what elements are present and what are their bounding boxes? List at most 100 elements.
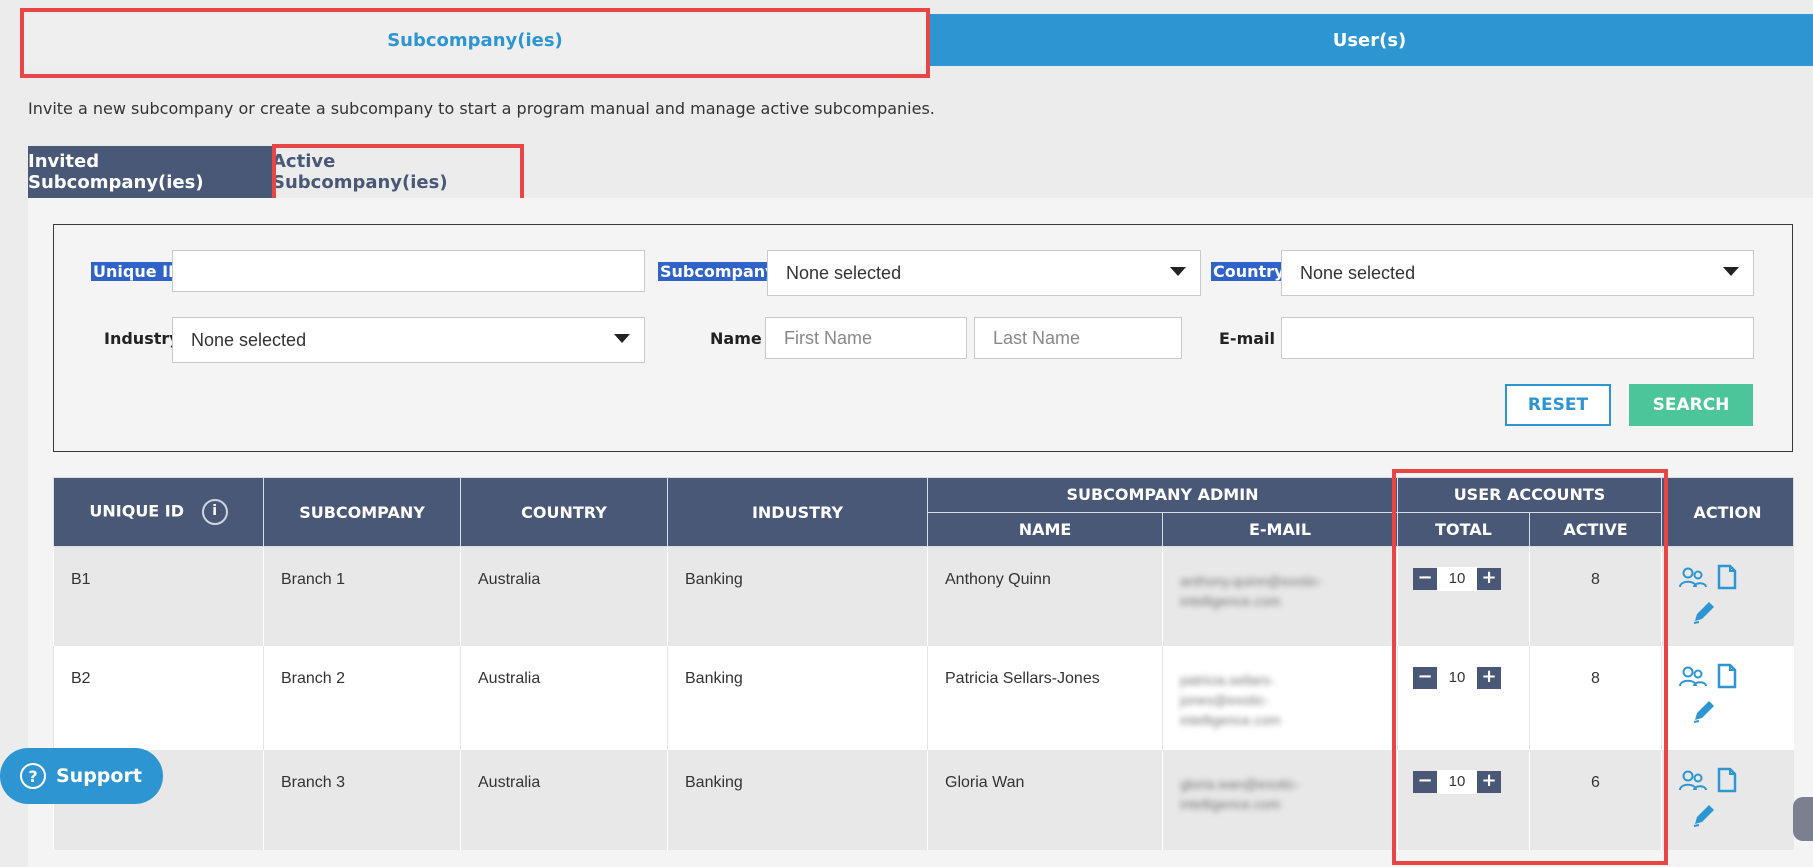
row-actions	[1679, 767, 1794, 830]
tab-users[interactable]: User(s)	[926, 14, 1813, 66]
industry-select[interactable]: None selected	[172, 317, 645, 363]
cell-name: Gloria Wan	[927, 749, 1163, 850]
country-select[interactable]: None selected	[1281, 250, 1754, 296]
minus-icon[interactable]: −	[1413, 666, 1437, 689]
help-icon: ?	[20, 763, 46, 789]
cell-total: − 10 +	[1397, 749, 1530, 850]
cell-name: Patricia Sellars-Jones	[927, 645, 1163, 750]
chevron-down-icon	[1723, 267, 1739, 276]
info-icon[interactable]	[201, 499, 228, 525]
cell-active: 6	[1529, 749, 1662, 850]
header-email[interactable]: E-MAIL	[1162, 511, 1398, 547]
total-stepper: − 10 +	[1413, 769, 1529, 794]
cell-action	[1661, 546, 1794, 646]
subcompany-label: Subcompany	[658, 262, 778, 281]
row-actions	[1679, 564, 1794, 627]
edit-pencil-icon[interactable]	[1691, 698, 1717, 724]
cell-country: Australia	[460, 645, 668, 750]
email-input[interactable]	[1281, 317, 1754, 359]
plus-icon[interactable]: +	[1477, 770, 1501, 793]
support-label: Support	[56, 765, 142, 787]
cell-subcompany: Branch 1	[263, 546, 461, 646]
header-user-accounts: USER ACCOUNTS	[1397, 477, 1662, 513]
cell-action	[1661, 645, 1794, 750]
unique-id-label: Unique ID	[91, 262, 184, 281]
document-icon[interactable]	[1717, 767, 1737, 793]
edit-pencil-icon[interactable]	[1691, 599, 1717, 625]
document-icon[interactable]	[1717, 663, 1737, 689]
industry-select-value: None selected	[191, 329, 307, 350]
total-value[interactable]: 10	[1437, 567, 1477, 591]
plus-icon[interactable]: +	[1477, 568, 1501, 590]
header-unique-id-label: UNIQUE ID	[89, 501, 185, 521]
country-select-value: None selected	[1300, 262, 1416, 283]
top-tab-bar: Subcompany(ies) User(s)	[24, 14, 1813, 66]
document-icon[interactable]	[1717, 564, 1737, 590]
total-stepper: − 10 +	[1413, 567, 1529, 591]
floating-edit-widget[interactable]	[1793, 797, 1813, 841]
cell-unique-id: B2	[53, 645, 264, 750]
country-label: Country	[1211, 262, 1287, 281]
subcompanies-table: UNIQUE ID SUBCOMPANY COUNTRY INDUSTRY SU…	[53, 477, 1794, 850]
cell-email: anthony.quinn@exotic-intelligence.com	[1162, 546, 1398, 646]
tab-subcompanies[interactable]: Subcompany(ies)	[24, 14, 926, 66]
header-country[interactable]: COUNTRY	[460, 477, 668, 547]
cell-action	[1661, 749, 1794, 850]
cell-name: Anthony Quinn	[927, 546, 1163, 646]
cell-active: 8	[1529, 546, 1662, 646]
cell-industry: Banking	[667, 749, 928, 850]
header-unique-id: UNIQUE ID	[53, 477, 264, 547]
cell-email: gloria.wan@exotic-intelligence.com	[1162, 749, 1398, 850]
email-text: gloria.wan@exotic-intelligence.com	[1180, 775, 1300, 812]
subcompany-select-value: None selected	[786, 262, 902, 283]
sub-tab-bar: Invited Subcompany(ies) Active Subcompan…	[28, 146, 512, 198]
cell-active: 8	[1529, 645, 1662, 750]
users-icon[interactable]	[1679, 666, 1707, 688]
cell-subcompany: Branch 3	[263, 749, 461, 850]
table-row: B1 Branch 1 Australia Banking Anthony Qu…	[53, 546, 1794, 646]
intro-text: Invite a new subcompany or create a subc…	[28, 99, 935, 118]
chevron-down-icon	[614, 334, 630, 343]
edit-pencil-icon[interactable]	[1691, 802, 1717, 828]
email-label: E-mail	[1219, 329, 1276, 348]
users-icon[interactable]	[1679, 770, 1707, 792]
cell-country: Australia	[460, 749, 668, 850]
header-subcompany[interactable]: SUBCOMPANY	[263, 477, 461, 547]
total-stepper: − 10 +	[1413, 665, 1529, 690]
chevron-down-icon	[1170, 267, 1186, 276]
header-industry[interactable]: INDUSTRY	[667, 477, 928, 547]
search-button[interactable]: SEARCH	[1629, 384, 1753, 426]
email-text: patricia.sellars-jones@exotic-intelligen…	[1180, 671, 1281, 728]
users-icon[interactable]	[1679, 567, 1707, 589]
table-row: B2 Branch 2 Australia Banking Patricia S…	[53, 645, 1794, 750]
header-action: ACTION	[1661, 477, 1794, 547]
cell-total: − 10 +	[1397, 645, 1530, 750]
support-button[interactable]: ? Support	[0, 748, 163, 804]
row-actions	[1679, 663, 1794, 726]
reset-button[interactable]: RESET	[1505, 384, 1611, 426]
header-name[interactable]: NAME	[927, 511, 1163, 547]
tab-active-subcompanies[interactable]: Active Subcompany(ies)	[272, 146, 512, 198]
minus-icon[interactable]: −	[1413, 770, 1437, 793]
unique-id-input[interactable]	[172, 250, 645, 292]
total-value[interactable]: 10	[1437, 769, 1477, 794]
first-name-placeholder: First Name	[784, 327, 873, 348]
minus-icon[interactable]: −	[1413, 568, 1437, 590]
cell-industry: Banking	[667, 546, 928, 646]
cell-email: patricia.sellars-jones@exotic-intelligen…	[1162, 645, 1398, 750]
cell-country: Australia	[460, 546, 668, 646]
first-name-input[interactable]: First Name	[765, 317, 967, 359]
plus-icon[interactable]: +	[1477, 666, 1501, 689]
subcompany-select[interactable]: None selected	[767, 250, 1201, 296]
email-text: anthony.quinn@exotic-intelligence.com	[1180, 573, 1323, 609]
name-label: Name	[710, 329, 762, 348]
table-row: B3 Branch 3 Australia Banking Gloria Wan…	[53, 749, 1794, 850]
total-value[interactable]: 10	[1437, 665, 1477, 690]
cell-subcompany: Branch 2	[263, 645, 461, 750]
tab-invited-subcompanies[interactable]: Invited Subcompany(ies)	[28, 146, 272, 198]
last-name-input[interactable]: Last Name	[974, 317, 1182, 359]
cell-total: − 10 +	[1397, 546, 1530, 646]
header-total: TOTAL	[1397, 511, 1530, 547]
last-name-placeholder: Last Name	[993, 327, 1081, 348]
header-subcompany-admin: SUBCOMPANY ADMIN	[927, 477, 1398, 513]
